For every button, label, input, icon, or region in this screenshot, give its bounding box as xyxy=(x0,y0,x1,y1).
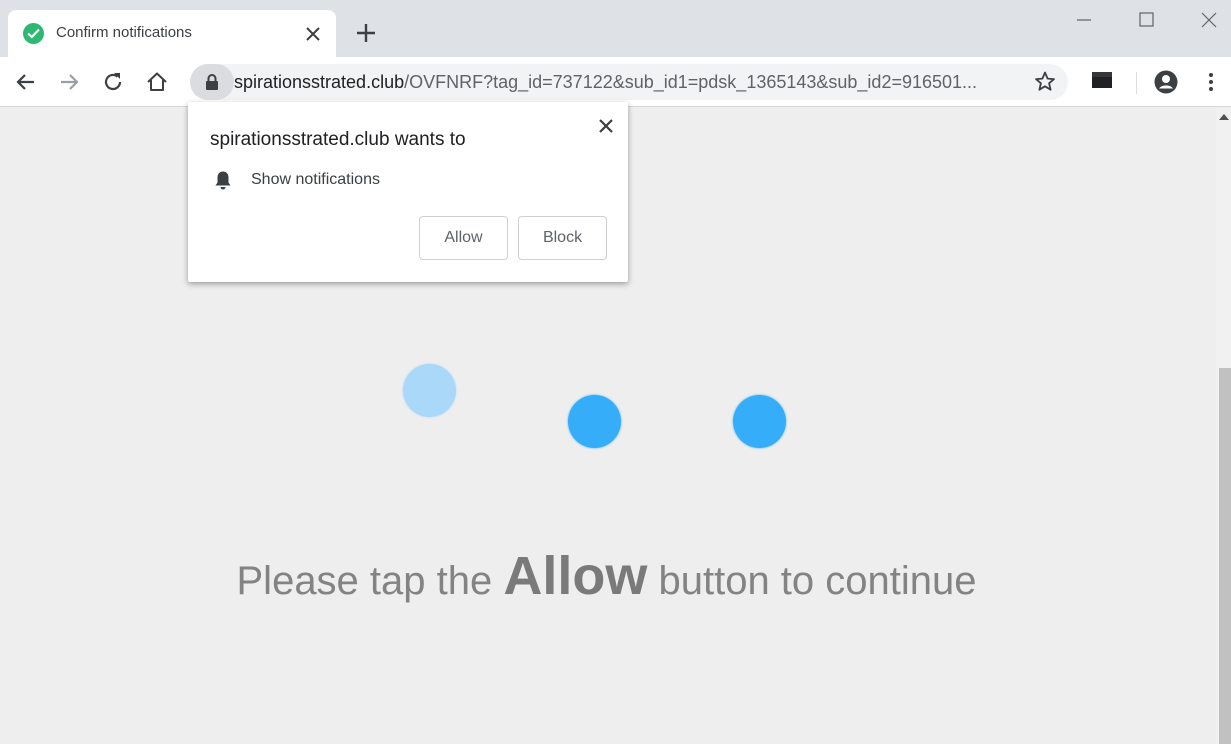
bell-icon xyxy=(212,169,234,191)
minimize-icon[interactable] xyxy=(1070,6,1098,34)
message-allow: Allow xyxy=(503,546,648,606)
notification-permission-popup: spirationsstrated.club wants to Show not… xyxy=(188,102,628,282)
url-text[interactable]: spirationsstrated.club/OVFNRF?tag_id=737… xyxy=(234,72,1019,93)
tab-title: Confirm notifications xyxy=(56,24,192,41)
allow-instruction-text: Please tap the Allow button to continue xyxy=(0,545,1213,607)
popup-title: spirationsstrated.club wants to xyxy=(210,129,466,150)
loading-dot xyxy=(733,395,786,448)
back-arrow-icon[interactable] xyxy=(13,69,39,95)
maximize-icon[interactable] xyxy=(1132,6,1160,34)
menu-kebab-icon[interactable] xyxy=(1198,69,1224,95)
extension-icon[interactable] xyxy=(1092,72,1112,88)
loading-dot xyxy=(403,364,456,417)
url-path: /OVFNRF?tag_id=737122&sub_id1=pdsk_13651… xyxy=(404,72,978,92)
tab-strip: Confirm notifications xyxy=(0,0,1231,57)
profile-avatar-icon[interactable] xyxy=(1153,69,1179,95)
address-bar[interactable]: spirationsstrated.club/OVFNRF?tag_id=737… xyxy=(190,64,1068,100)
tab-confirm-notifications[interactable]: Confirm notifications xyxy=(8,10,336,57)
green-check-icon xyxy=(23,23,44,44)
reload-icon[interactable] xyxy=(100,69,126,95)
lock-icon[interactable] xyxy=(190,64,234,100)
toolbar-separator xyxy=(1136,72,1137,94)
new-tab-plus-icon[interactable] xyxy=(352,19,380,47)
permission-label: Show notifications xyxy=(251,171,380,188)
tab-close-icon[interactable] xyxy=(302,23,324,45)
allow-button[interactable]: Allow xyxy=(419,216,508,260)
home-icon[interactable] xyxy=(144,69,170,95)
browser-toolbar: spirationsstrated.club/OVFNRF?tag_id=737… xyxy=(0,57,1231,107)
page-scrollbar[interactable] xyxy=(1216,108,1231,744)
forward-arrow-icon[interactable] xyxy=(56,69,82,95)
loading-dot xyxy=(568,395,621,448)
message-after: button to continue xyxy=(647,559,977,603)
scroll-thumb[interactable] xyxy=(1219,368,1231,744)
block-button[interactable]: Block xyxy=(518,216,607,260)
window-close-icon[interactable] xyxy=(1195,6,1223,34)
scroll-up-arrow-icon[interactable] xyxy=(1219,114,1229,120)
popup-close-icon[interactable] xyxy=(594,114,618,138)
message-before: Please tap the xyxy=(236,559,504,603)
url-host: spirationsstrated.club xyxy=(234,72,405,92)
bookmark-star-icon[interactable] xyxy=(1032,69,1058,95)
